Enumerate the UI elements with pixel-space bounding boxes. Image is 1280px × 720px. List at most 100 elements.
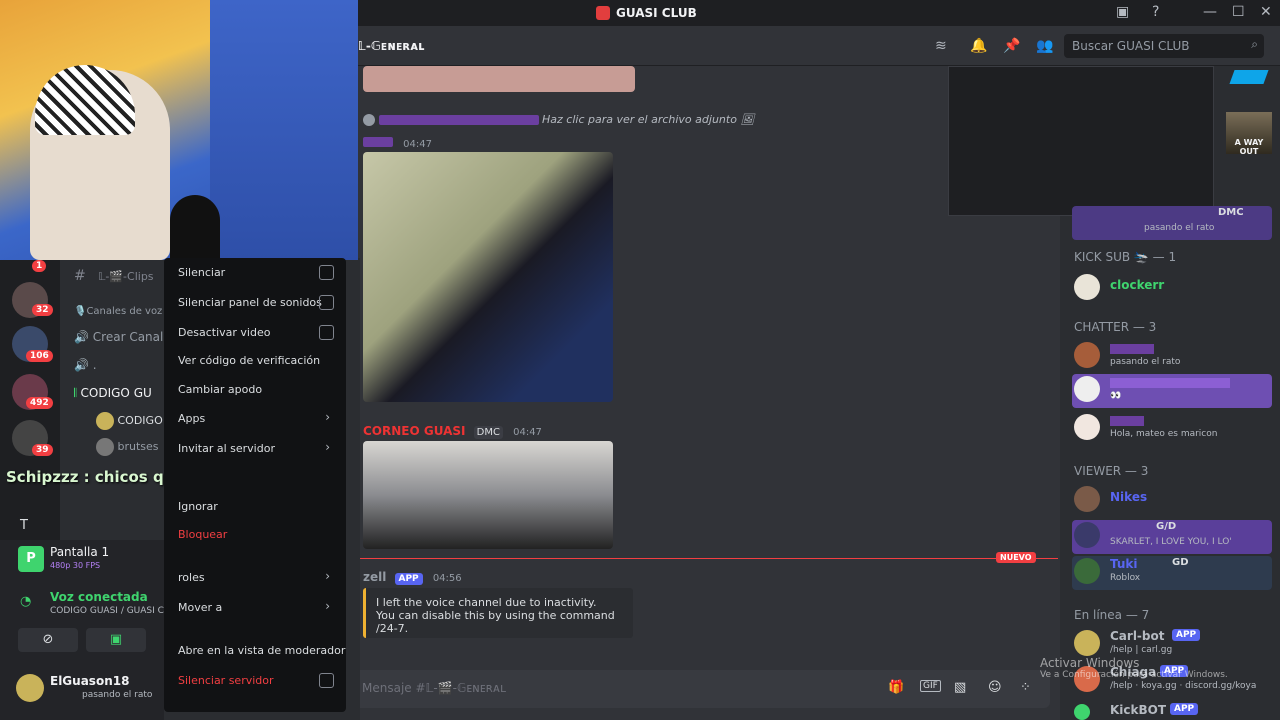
- unread-badge: 1: [32, 260, 47, 272]
- apps-icon[interactable]: ⁘: [1020, 680, 1031, 695]
- redacted-name: [1110, 344, 1154, 354]
- avatar: [1074, 558, 1100, 584]
- redacted-author: [378, 115, 539, 125]
- unread-badge: 32: [32, 304, 53, 316]
- context-menu: Silenciar Silenciar panel de sonidos Des…: [164, 258, 346, 712]
- image-icon: 🖼: [740, 113, 755, 126]
- inbox-icon[interactable]: ▣: [1116, 4, 1129, 20]
- chevron-right-icon: ›: [325, 410, 330, 424]
- disable-video-checkbox[interactable]: [319, 325, 334, 340]
- server-mute-checkbox[interactable]: [319, 673, 334, 688]
- menu-change-nickname[interactable]: Cambiar apodo: [178, 383, 262, 396]
- category-chatter: CHATTER — 3: [1074, 320, 1157, 334]
- message-header: zell APP 04:56: [363, 570, 462, 585]
- laughing-image[interactable]: [363, 441, 613, 549]
- search-icon: ⌕: [1251, 37, 1258, 51]
- channel-dot[interactable]: 🔊 .: [74, 358, 97, 372]
- sticker-icon[interactable]: ▧: [954, 680, 966, 695]
- hash-icon: #: [74, 268, 86, 284]
- member-list: A WAY OUT DMC pasando el rato KICK SUB 🛬…: [948, 66, 1280, 720]
- menu-block[interactable]: Bloquear: [178, 528, 227, 541]
- avatar: [96, 412, 114, 430]
- category-online: En línea — 7: [1074, 608, 1150, 622]
- menu-invite[interactable]: Invitar al servidor: [178, 442, 275, 455]
- channel-title: 𝕃-𝔾ᴇɴᴇʀᴀʟ: [358, 39, 425, 53]
- bell-icon[interactable]: 🔔: [970, 38, 987, 54]
- member-row[interactable]: KickBOT APP: [1072, 702, 1272, 720]
- screen-share-card[interactable]: P Pantalla 1 480p 30 FPS: [0, 540, 164, 580]
- member-row[interactable]: Hola, mateo es maricon: [1072, 412, 1272, 446]
- message-header: 04:47: [363, 136, 432, 151]
- members-icon[interactable]: 👥: [1036, 38, 1053, 54]
- screen-share-preview[interactable]: [948, 66, 1214, 216]
- avatar: [1074, 630, 1100, 656]
- menu-roles[interactable]: roles: [178, 571, 205, 584]
- avatar: [1074, 522, 1100, 548]
- avatar: [96, 438, 114, 456]
- message-input[interactable]: Mensaje #𝕃-🎬-𝔾ᴇɴᴇʀᴀʟ 🎁 GIF ▧ ☺ ⁘: [348, 670, 1050, 708]
- channel-create[interactable]: 🔊 Crear Canal: [74, 330, 163, 344]
- voice-user[interactable]: CODIGO: [96, 412, 163, 430]
- menu-mute[interactable]: Silenciar: [178, 266, 225, 279]
- avatar: [1074, 414, 1100, 440]
- category-viewer: VIEWER — 3: [1074, 464, 1149, 478]
- channel-codigo[interactable]: 𝄃 CODIGO GU: [74, 386, 152, 401]
- member-row[interactable]: 👀: [1072, 374, 1272, 408]
- webcam-overlay: [0, 0, 358, 260]
- avatar: [1074, 274, 1100, 300]
- reply-line[interactable]: Haz clic para ver el archivo adjunto 🖼: [363, 113, 754, 126]
- chevron-right-icon: ›: [325, 440, 330, 454]
- menu-mute-soundboard[interactable]: Silenciar panel de sonidos: [178, 296, 322, 309]
- mute-soundboard-checkbox[interactable]: [319, 295, 334, 310]
- search-input[interactable]: Buscar GUASI CLUB ⌕: [1064, 34, 1264, 58]
- new-divider: [358, 558, 1058, 559]
- avatar[interactable]: [16, 674, 44, 702]
- member-row[interactable]: clockerr: [1072, 272, 1272, 306]
- category-voice[interactable]: 🎙️Canales de voz: [74, 306, 162, 317]
- avatar: [1074, 342, 1100, 368]
- help-icon[interactable]: ?: [1152, 4, 1159, 20]
- money-image[interactable]: [363, 152, 613, 402]
- reply-avatar: [363, 114, 375, 126]
- menu-moderator-view[interactable]: Abre en la vista de moderador: [178, 644, 345, 657]
- chat-header: 𝕃-𝔾ᴇɴᴇʀᴀʟ ≋ 🔔 📌 👥 Buscar GUASI CLUB ⌕: [358, 26, 1280, 66]
- close-button[interactable]: ✕: [1260, 4, 1272, 20]
- voice-user[interactable]: brutses: [96, 438, 159, 456]
- new-badge: NUEVO: [996, 552, 1036, 563]
- menu-server-mute[interactable]: Silenciar servidor: [178, 674, 274, 687]
- member-row[interactable]: Tuki GD Roblox: [1072, 556, 1272, 590]
- member-row[interactable]: pasando el rato: [1072, 340, 1272, 374]
- maximize-button[interactable]: ☐: [1232, 4, 1245, 20]
- redacted-author: [363, 137, 393, 147]
- mute-checkbox[interactable]: [319, 265, 334, 280]
- user-panel: ElGuason18 pasando el rato: [0, 664, 164, 720]
- game-thumb: A WAY OUT: [1226, 112, 1272, 156]
- member-row[interactable]: DMC pasando el rato: [1072, 206, 1272, 240]
- section-letter: T: [20, 518, 28, 533]
- microphone: [170, 195, 220, 260]
- menu-verification-code[interactable]: Ver código de verificación: [178, 354, 320, 367]
- unread-badge: 39: [32, 444, 53, 456]
- game-thumb-top: [1226, 66, 1272, 96]
- window-title: GUASI CLUB: [596, 6, 697, 20]
- threads-icon[interactable]: ≋: [935, 38, 947, 54]
- gif-icon[interactable]: GIF: [920, 680, 941, 692]
- menu-disable-video[interactable]: Desactivar video: [178, 326, 270, 339]
- channel-clips[interactable]: # 𝕃-🎬-Clips: [74, 268, 154, 284]
- member-row[interactable]: G/D SKARLET, I LOVE YOU, I LO': [1072, 520, 1272, 554]
- member-row[interactable]: Nikes: [1072, 484, 1272, 518]
- speaker-icon: 🔊: [74, 330, 89, 344]
- screen-icon: P: [18, 546, 44, 572]
- emoji-icon[interactable]: ☺: [988, 680, 1002, 695]
- menu-apps[interactable]: Apps: [178, 412, 205, 425]
- menu-ignore[interactable]: Ignorar: [178, 500, 218, 513]
- camera-off-icon[interactable]: ⊘: [18, 628, 78, 652]
- attachment-image[interactable]: [363, 66, 635, 92]
- unread-badge: 106: [26, 350, 53, 362]
- chevron-right-icon: ›: [325, 569, 330, 583]
- menu-move-to[interactable]: Mover a: [178, 601, 222, 614]
- gift-icon[interactable]: 🎁: [888, 680, 904, 695]
- minimize-button[interactable]: —: [1203, 4, 1217, 20]
- share-screen-icon[interactable]: ▣: [86, 628, 146, 652]
- pin-icon[interactable]: 📌: [1003, 38, 1020, 54]
